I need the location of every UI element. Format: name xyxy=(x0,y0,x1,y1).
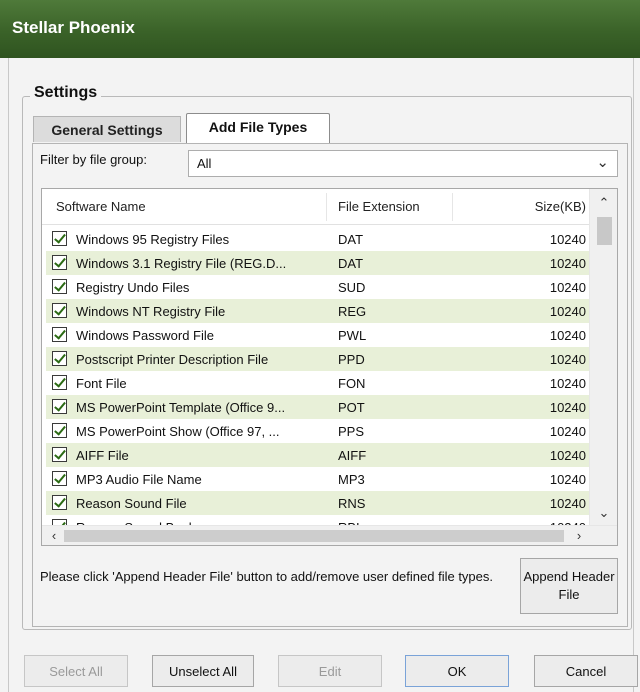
row-checkbox[interactable] xyxy=(52,399,67,414)
table-row[interactable]: Reason Sound File RNS 10240 xyxy=(46,491,590,515)
cell-size: 10240 xyxy=(549,448,586,463)
table-row[interactable]: MS PowerPoint Template (Office 9... POT 10… xyxy=(46,395,590,419)
cell-file-extension: PWL xyxy=(338,328,367,343)
cell-file-extension: REG xyxy=(338,304,367,319)
filter-label: Filter by file group: xyxy=(40,152,147,167)
row-checkbox[interactable] xyxy=(52,231,67,246)
table-row[interactable]: MP3 Audio File Name MP3 10240 xyxy=(46,467,590,491)
row-checkbox[interactable] xyxy=(52,279,67,294)
row-checkbox[interactable] xyxy=(52,351,67,366)
cell-software-name: AIFF File xyxy=(76,448,129,463)
cell-file-extension: FON xyxy=(338,376,366,391)
row-checkbox[interactable] xyxy=(52,471,67,486)
select-all-button[interactable]: Select All xyxy=(24,655,128,687)
cell-software-name: Windows NT Registry File xyxy=(76,304,226,319)
cell-software-name: Postscript Printer Description File xyxy=(76,352,269,367)
cell-size: 10240 xyxy=(549,256,586,271)
cell-size: 10240 xyxy=(549,352,586,367)
chevron-down-icon[interactable]: ⌄ xyxy=(596,153,609,171)
cell-software-name: MP3 Audio File Name xyxy=(76,472,202,487)
filter-group-value: All xyxy=(197,156,212,171)
cell-software-name: MS PowerPoint Show (Office 97, ... xyxy=(76,424,280,439)
row-checkbox[interactable] xyxy=(52,495,67,510)
table-row[interactable]: Windows NT Registry File REG 10240 xyxy=(46,299,590,323)
scrollbar-thumb[interactable] xyxy=(597,217,612,245)
cell-size: 10240 xyxy=(549,304,586,319)
filter-group-select[interactable]: All ⌄ xyxy=(188,150,618,177)
table-row[interactable]: Postscript Printer Description File PPD 10… xyxy=(46,347,590,371)
cell-file-extension: RNS xyxy=(338,496,366,511)
scroll-down-icon[interactable]: ⌄ xyxy=(590,505,617,525)
cell-software-name: Windows 3.1 Registry File (REG.D... xyxy=(76,256,287,271)
cell-software-name: Windows Password File xyxy=(76,328,214,343)
table-row[interactable]: Font File FON 10240 xyxy=(46,371,590,395)
cell-file-extension: SUD xyxy=(338,280,366,295)
cell-size: 10240 xyxy=(549,496,586,511)
frame-border xyxy=(8,58,9,692)
settings-label: Settings xyxy=(30,84,102,102)
cell-software-name: Registry Undo Files xyxy=(76,280,190,295)
row-checkbox[interactable] xyxy=(52,255,67,270)
unselect-all-button[interactable]: Unselect All xyxy=(152,655,254,687)
append-header-file-button[interactable]: Append Header File xyxy=(520,558,618,614)
column-divider[interactable] xyxy=(326,193,327,221)
cell-size: 10240 xyxy=(549,376,586,391)
row-checkbox[interactable] xyxy=(52,303,67,318)
cell-size: 10240 xyxy=(549,424,586,439)
cell-size: 10240 xyxy=(549,400,586,415)
table-row[interactable]: Windows 3.1 Registry File (REG.D... DAT 10… xyxy=(46,251,590,275)
cell-file-extension: POT xyxy=(338,400,365,415)
cell-file-extension: DAT xyxy=(338,232,364,247)
table-row[interactable]: MS PowerPoint Show (Office 97, ... PPS 102… xyxy=(46,419,590,443)
frame-border xyxy=(633,58,634,692)
scrollbar-thumb[interactable] xyxy=(64,530,564,542)
cell-file-extension: DAT xyxy=(338,256,364,271)
column-divider[interactable] xyxy=(452,193,453,221)
cell-software-name: Font File xyxy=(76,376,127,391)
row-checkbox[interactable] xyxy=(52,447,67,462)
cell-file-extension: PPS xyxy=(338,424,365,439)
row-checkbox[interactable] xyxy=(52,375,67,390)
tab-general-settings[interactable]: General Settings xyxy=(33,116,181,142)
cell-size: 10240 xyxy=(549,280,586,295)
vertical-scrollbar[interactable]: ⌃ ⌄ xyxy=(589,189,617,527)
table-row[interactable]: Registry Undo Files SUD 10240 xyxy=(46,275,590,299)
table-header: Software Name File Extension Size(KB) xyxy=(42,189,590,225)
horizontal-scrollbar[interactable]: ‹ › xyxy=(42,525,617,545)
cell-size: 10240 xyxy=(549,328,586,343)
row-checkbox[interactable] xyxy=(52,327,67,342)
table-row[interactable]: AIFF File AIFF 10240 xyxy=(46,443,590,467)
tab-add-file-types[interactable]: Add File Types xyxy=(186,113,330,143)
ok-button[interactable]: OK xyxy=(405,655,509,687)
column-header-software-name[interactable]: Software Name xyxy=(56,199,146,214)
scroll-left-icon[interactable]: ‹ xyxy=(44,528,64,543)
row-checkbox[interactable] xyxy=(52,423,67,438)
cell-file-extension: MP3 xyxy=(338,472,365,487)
cell-software-name: MS PowerPoint Template (Office 9... xyxy=(76,400,286,415)
scroll-up-icon[interactable]: ⌃ xyxy=(590,195,617,215)
column-header-size[interactable]: Size(KB) xyxy=(526,199,586,214)
cancel-button[interactable]: Cancel xyxy=(534,655,638,687)
window-title: Stellar Phoenix xyxy=(0,0,640,58)
cell-file-extension: PPD xyxy=(338,352,365,367)
scroll-right-icon[interactable]: › xyxy=(569,528,589,543)
file-types-table[interactable]: Software Name File Extension Size(KB) Wi… xyxy=(41,188,618,546)
cell-size: 10240 xyxy=(549,232,586,247)
cell-software-name: Reason Sound File xyxy=(76,496,187,511)
cell-file-extension: AIFF xyxy=(338,448,367,463)
table-row[interactable]: Windows Password File PWL 10240 xyxy=(46,323,590,347)
table-row[interactable]: Windows 95 Registry Files DAT 10240 xyxy=(46,227,590,251)
edit-button[interactable]: Edit xyxy=(278,655,382,687)
cell-size: 10240 xyxy=(549,472,586,487)
cell-software-name: Windows 95 Registry Files xyxy=(76,232,230,247)
help-text: Please click 'Append Header File' button… xyxy=(40,569,494,584)
column-header-file-extension[interactable]: File Extension xyxy=(338,199,420,214)
